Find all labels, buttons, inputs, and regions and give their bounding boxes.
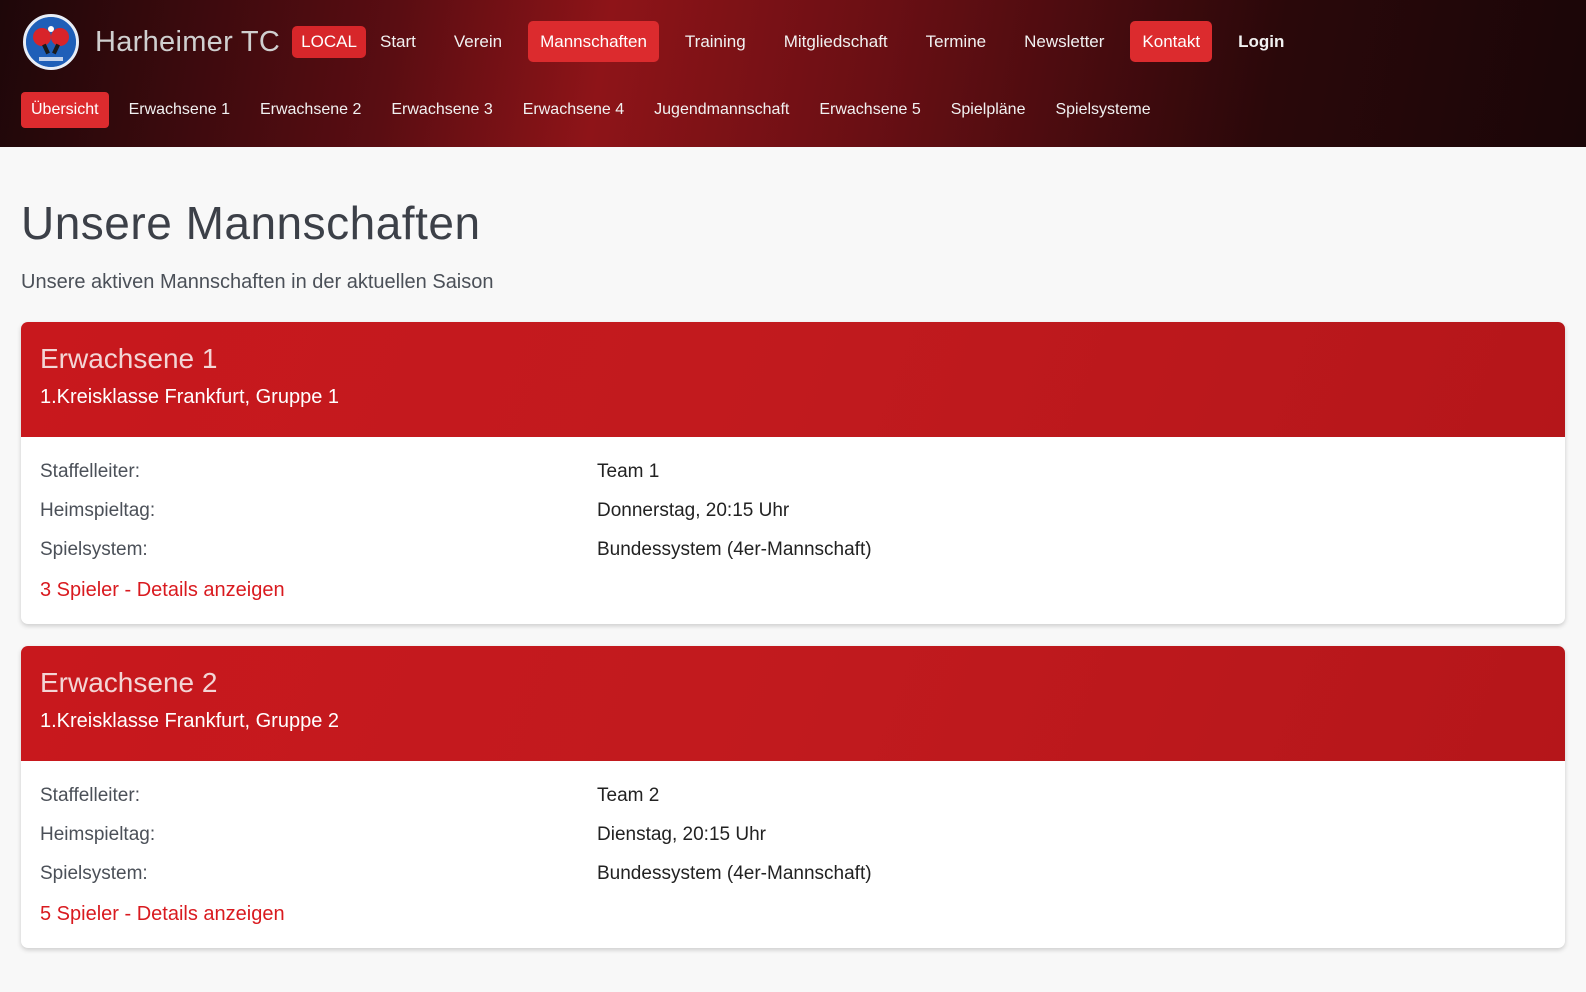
page-subtitle: Unsere aktiven Mannschaften in der aktue… bbox=[21, 271, 494, 293]
subnav-erwachsene-3[interactable]: Erwachsene 3 bbox=[381, 92, 502, 128]
subnav-uebersicht[interactable]: Übersicht bbox=[21, 92, 109, 128]
nav-start[interactable]: Start bbox=[368, 21, 428, 62]
site-header: Harheimer TC LOCAL Start Verein Mannscha… bbox=[0, 0, 1586, 147]
main-content: Unsere Mannschaften Unsere aktiven Manns… bbox=[0, 147, 1586, 948]
subnav-jugendmannschaft[interactable]: Jugendmannschaft bbox=[644, 92, 799, 128]
info-value: Donnerstag, 20:15 Uhr bbox=[597, 500, 790, 521]
sub-nav: Übersicht Erwachsene 1 Erwachsene 2 Erwa… bbox=[21, 92, 1171, 128]
page-title: Unsere Mannschaften bbox=[21, 197, 481, 249]
info-label: Heimspieltag: bbox=[40, 824, 156, 845]
nav-login[interactable]: Login bbox=[1226, 21, 1296, 62]
main-nav: Start Verein Mannschaften Training Mitgl… bbox=[368, 21, 1310, 62]
nav-mitgliedschaft[interactable]: Mitgliedschaft bbox=[772, 21, 900, 62]
info-label: Spielsystem: bbox=[40, 539, 148, 560]
info-value: Bundessystem (4er-Mannschaft) bbox=[597, 539, 872, 560]
nav-verein[interactable]: Verein bbox=[442, 21, 514, 62]
info-row-spielsystem: Spielsystem: Bundessystem (4er-Mannschaf… bbox=[40, 538, 1546, 562]
info-value: Bundessystem (4er-Mannschaft) bbox=[597, 863, 872, 884]
team-card: Erwachsene 1 1.Kreisklasse Frankfurt, Gr… bbox=[21, 322, 1565, 624]
team-league: 1.Kreisklasse Frankfurt, Gruppe 2 bbox=[40, 710, 340, 732]
subnav-spielplaene[interactable]: Spielpläne bbox=[941, 92, 1036, 128]
subnav-erwachsene-2[interactable]: Erwachsene 2 bbox=[250, 92, 371, 128]
info-row-heimspieltag: Heimspieltag: Donnerstag, 20:15 Uhr bbox=[40, 499, 1546, 523]
team-name: Erwachsene 1 bbox=[40, 343, 218, 374]
brand[interactable]: Harheimer TC LOCAL bbox=[23, 14, 366, 70]
nav-newsletter[interactable]: Newsletter bbox=[1012, 21, 1116, 62]
info-value: Dienstag, 20:15 Uhr bbox=[597, 824, 766, 845]
subnav-spielsysteme[interactable]: Spielsysteme bbox=[1045, 92, 1160, 128]
team-card: Erwachsene 2 1.Kreisklasse Frankfurt, Gr… bbox=[21, 646, 1565, 948]
info-label: Spielsystem: bbox=[40, 863, 148, 884]
team-card-body: Staffelleiter: Team 2 Heimspieltag: Dien… bbox=[21, 761, 1565, 948]
subnav-erwachsene-4[interactable]: Erwachsene 4 bbox=[513, 92, 634, 128]
team-card-header: Erwachsene 1 1.Kreisklasse Frankfurt, Gr… bbox=[21, 322, 1565, 437]
team-details-link[interactable]: 5 Spieler - Details anzeigen bbox=[40, 903, 285, 926]
team-card-body: Staffelleiter: Team 1 Heimspieltag: Donn… bbox=[21, 437, 1565, 624]
subnav-erwachsene-1[interactable]: Erwachsene 1 bbox=[119, 92, 240, 128]
team-card-header: Erwachsene 2 1.Kreisklasse Frankfurt, Gr… bbox=[21, 646, 1565, 761]
info-label: Staffelleiter: bbox=[40, 461, 140, 482]
team-name: Erwachsene 2 bbox=[40, 667, 218, 698]
nav-mannschaften[interactable]: Mannschaften bbox=[528, 21, 659, 62]
info-row-heimspieltag: Heimspieltag: Dienstag, 20:15 Uhr bbox=[40, 823, 1546, 847]
info-label: Heimspieltag: bbox=[40, 500, 156, 521]
info-value: Team 1 bbox=[597, 461, 660, 482]
nav-termine[interactable]: Termine bbox=[914, 21, 998, 62]
subnav-erwachsene-5[interactable]: Erwachsene 5 bbox=[809, 92, 930, 128]
info-label: Staffelleiter: bbox=[40, 785, 140, 806]
nav-kontakt[interactable]: Kontakt bbox=[1130, 21, 1213, 62]
info-row-staffelleiter: Staffelleiter: Team 2 bbox=[40, 784, 1546, 808]
nav-training[interactable]: Training bbox=[673, 21, 758, 62]
info-row-staffelleiter: Staffelleiter: Team 1 bbox=[40, 460, 1546, 484]
brand-name[interactable]: Harheimer TC bbox=[95, 26, 280, 59]
info-row-spielsystem: Spielsystem: Bundessystem (4er-Mannschaf… bbox=[40, 862, 1546, 886]
info-value: Team 2 bbox=[597, 785, 660, 806]
team-details-link[interactable]: 3 Spieler - Details anzeigen bbox=[40, 579, 285, 602]
team-league: 1.Kreisklasse Frankfurt, Gruppe 1 bbox=[40, 386, 340, 408]
environment-badge: LOCAL bbox=[292, 26, 366, 58]
ping-pong-paddles-icon[interactable] bbox=[23, 14, 79, 70]
